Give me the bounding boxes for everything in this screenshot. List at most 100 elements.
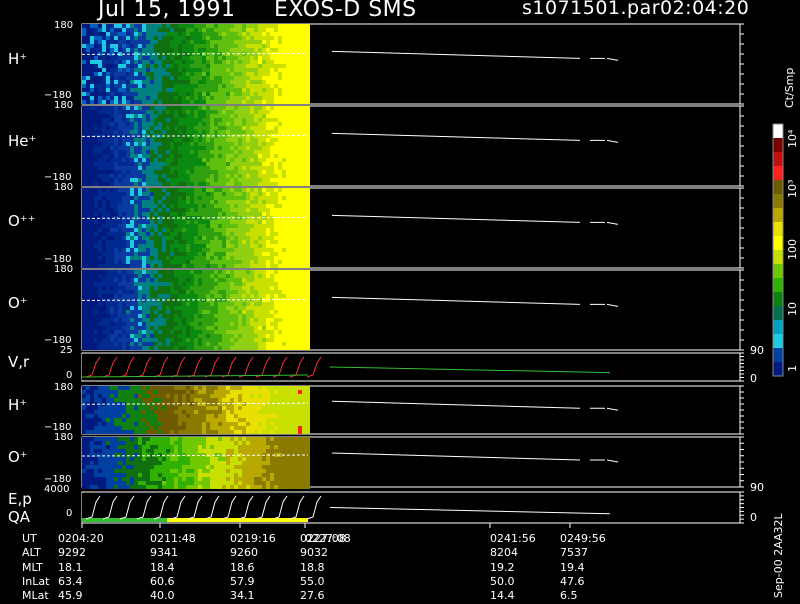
spectro-cell — [250, 200, 254, 204]
spectro-cell — [150, 200, 154, 204]
spectro-cell — [170, 330, 174, 334]
spectro-cell — [178, 64, 182, 68]
spectro-cell — [266, 118, 270, 122]
spectro-cell — [238, 228, 242, 232]
spectro-cell — [102, 48, 106, 52]
spectro-cell — [214, 24, 218, 28]
spectro-cell — [146, 330, 150, 334]
spectro-cell — [150, 88, 154, 92]
spectro-cell — [86, 390, 90, 394]
spectro-cell — [178, 386, 182, 390]
spectro-cell — [234, 158, 238, 162]
spectro-cell — [198, 248, 202, 252]
spectro-cell — [126, 92, 130, 96]
spectro-cell — [210, 114, 214, 118]
spectro-cell — [206, 24, 210, 28]
spectro-cell — [174, 282, 178, 286]
spectro-cell — [154, 306, 158, 310]
spectro-cell — [254, 302, 258, 306]
spectro-cell — [122, 110, 126, 114]
spectro-cell — [98, 178, 102, 182]
spectro-cell — [286, 252, 290, 256]
spectro-cell — [254, 182, 258, 186]
spectro-cell — [286, 318, 290, 322]
spectro-cell — [118, 60, 122, 64]
spectro-cell — [282, 314, 286, 318]
spectro-cell — [282, 248, 286, 252]
spectro-cell — [202, 208, 206, 212]
spectro-cell — [230, 118, 234, 122]
spectro-cell — [178, 236, 182, 240]
spectro-cell — [86, 386, 90, 390]
spectro-cell — [122, 146, 126, 150]
spectro-cell — [130, 418, 134, 422]
spectro-cell — [98, 346, 102, 350]
spectro-cell — [158, 274, 162, 278]
spectro-cell — [214, 248, 218, 252]
spectro-cell — [210, 56, 214, 60]
spectro-cell — [194, 182, 198, 186]
spectro-cell — [210, 92, 214, 96]
spectro-cell — [210, 162, 214, 166]
spectro-cell — [122, 394, 126, 398]
spectro-cell — [218, 330, 222, 334]
spectro-cell — [102, 64, 106, 68]
spectro-cell — [290, 342, 294, 346]
spectro-cell — [130, 414, 134, 418]
spectro-cell — [162, 188, 166, 192]
spectro-cell — [110, 244, 114, 248]
spectro-cell — [102, 36, 106, 40]
spectro-cell — [82, 188, 86, 192]
spectro-cell — [98, 88, 102, 92]
spectro-cell — [266, 318, 270, 322]
spectro-cell — [154, 224, 158, 228]
spectro-cell — [234, 118, 238, 122]
spectro-cell — [230, 294, 234, 298]
spectro-cell — [102, 414, 106, 418]
spectro-cell — [150, 338, 154, 342]
spectro-cell — [206, 64, 210, 68]
spectro-cell — [222, 48, 226, 52]
spectro-cell — [182, 24, 186, 28]
spectro-cell — [234, 88, 238, 92]
spectro-cell — [82, 430, 86, 434]
spectro-cell — [202, 228, 206, 232]
spectro-cell — [238, 264, 242, 268]
spectro-cell — [90, 290, 94, 294]
spectro-cell — [298, 146, 302, 150]
spectro-cell — [182, 32, 186, 36]
spectro-cell — [106, 64, 110, 68]
spectro-cell — [206, 162, 210, 166]
spectro-cell — [82, 28, 86, 32]
spectro-cell — [118, 426, 122, 430]
spectro-cell — [150, 306, 154, 310]
spectro-cell — [158, 248, 162, 252]
spectro-cell — [266, 236, 270, 240]
spectro-cell — [290, 188, 294, 192]
spectro-cell — [170, 338, 174, 342]
spectro-cell — [190, 286, 194, 290]
spectro-cell — [130, 270, 134, 274]
spectro-cell — [286, 162, 290, 166]
spectro-cell — [138, 96, 142, 100]
spectro-cell — [190, 110, 194, 114]
spectro-cell — [290, 64, 294, 68]
spectro-cell — [154, 414, 158, 418]
spectro-cell — [274, 174, 278, 178]
spectro-cell — [90, 398, 94, 402]
spectro-cell — [86, 146, 90, 150]
spectro-cell — [286, 154, 290, 158]
spectro-cell — [142, 142, 146, 146]
spectro-cell — [122, 192, 126, 196]
spectro-cell — [186, 418, 190, 422]
spectro-cell — [234, 248, 238, 252]
spectro-cell — [186, 232, 190, 236]
spectro-cell — [134, 282, 138, 286]
spectro-cell — [122, 334, 126, 338]
spectro-cell — [166, 64, 170, 68]
spectro-cell — [282, 114, 286, 118]
spectro-cell — [98, 290, 102, 294]
spectro-cell — [170, 414, 174, 418]
spectro-cell — [286, 130, 290, 134]
spectro-cell — [230, 212, 234, 216]
